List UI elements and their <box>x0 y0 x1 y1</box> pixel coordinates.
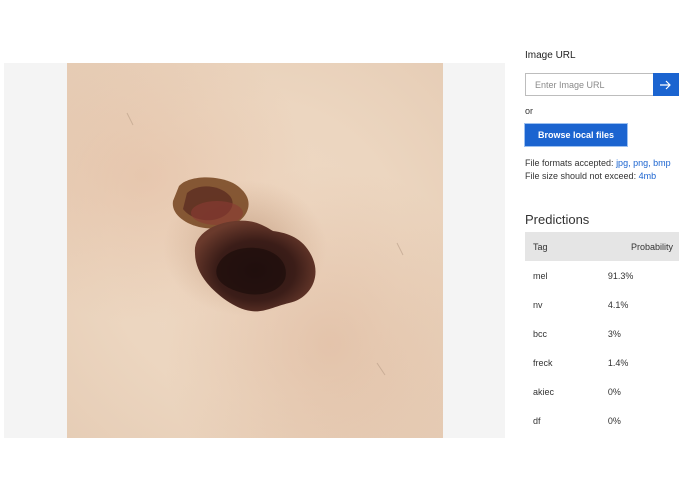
or-separator: or <box>525 106 534 116</box>
file-size-label: File size should not exceed: <box>525 171 637 181</box>
image-preview-area <box>4 63 505 438</box>
arrow-right-icon <box>660 80 671 89</box>
table-row: df 0% <box>525 406 679 435</box>
file-requirements: File formats accepted: jpg, png, bmp Fil… <box>525 157 671 183</box>
table-row: bcc 3% <box>525 319 679 348</box>
uploaded-skin-image <box>67 63 443 438</box>
predictions-title: Predictions <box>525 212 590 227</box>
prediction-probability: 1.4% <box>607 357 629 368</box>
table-row: mel 91.3% <box>525 261 679 290</box>
table-row: nv 4.1% <box>525 290 679 319</box>
prediction-tag: bcc <box>533 328 548 339</box>
column-header-probability: Probability <box>577 232 679 261</box>
prediction-tag: freck <box>533 357 553 368</box>
prediction-tag: akiec <box>533 386 555 397</box>
file-size-line: File size should not exceed: 4mb <box>525 170 671 183</box>
image-url-submit-button[interactable] <box>653 73 679 96</box>
image-url-label: Image URL <box>525 50 576 61</box>
prediction-probability: 4.1% <box>607 299 629 310</box>
browse-local-files-button[interactable]: Browse local files <box>525 124 627 146</box>
table-row: akiec 0% <box>525 377 679 406</box>
prediction-probability: 0% <box>607 415 621 426</box>
table-row: freck 1.4% <box>525 348 679 377</box>
prediction-tag: mel <box>533 270 548 281</box>
prediction-probability: 3% <box>607 328 621 339</box>
prediction-probability: 91.3% <box>607 270 634 281</box>
file-formats-label: File formats accepted: <box>525 158 614 168</box>
lesion-graphic <box>126 112 404 376</box>
file-formats-line: File formats accepted: jpg, png, bmp <box>525 157 671 170</box>
image-url-row <box>525 73 679 96</box>
table-header-row: Tag Probability <box>525 232 679 261</box>
prediction-tag: nv <box>533 299 543 310</box>
file-formats-values: jpg, png, bmp <box>616 158 671 168</box>
image-url-input[interactable] <box>525 73 663 96</box>
predictions-table: Tag Probability mel 91.3% nv 4.1% bcc 3%… <box>525 232 679 435</box>
column-header-tag: Tag <box>525 232 578 261</box>
prediction-probability: 0% <box>607 386 621 397</box>
file-size-value: 4mb <box>638 171 657 181</box>
prediction-tag: df <box>533 415 541 426</box>
